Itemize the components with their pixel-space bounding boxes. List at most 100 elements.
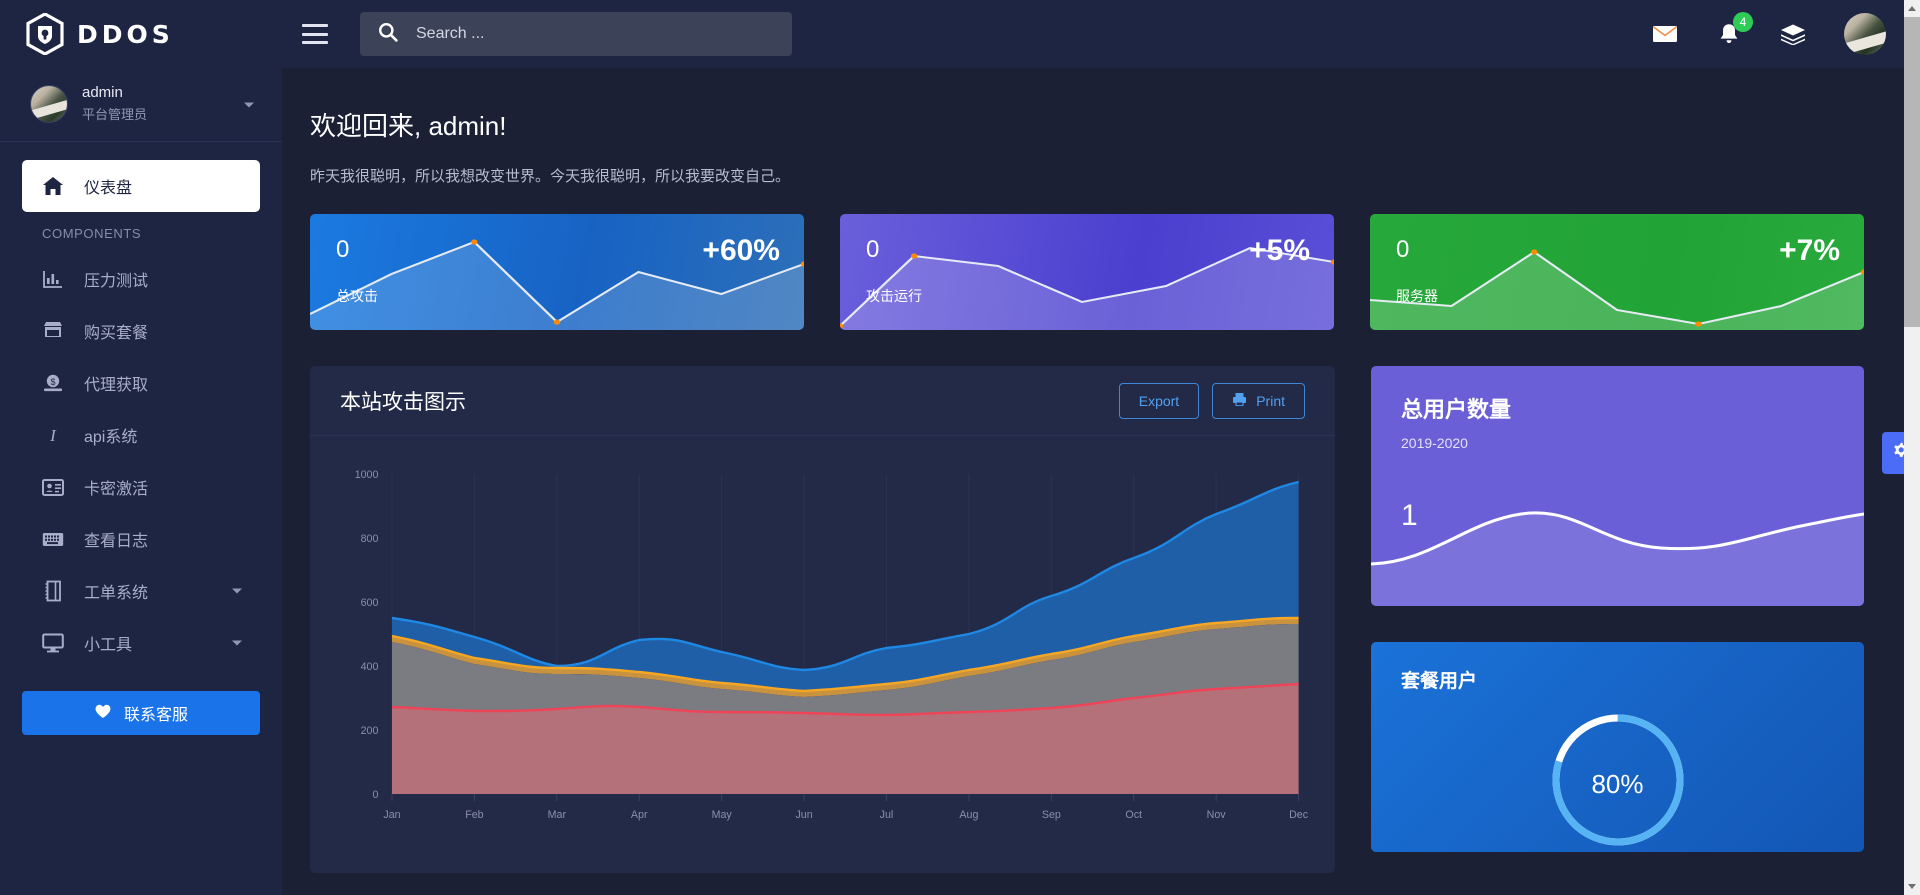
avatar[interactable] [1844,13,1886,55]
content-scroll-area[interactable]: 欢迎回来, admin! 昨天我很聪明，所以我想改变世界。今天我很聪明，所以我要… [282,68,1920,895]
chevron-down-icon[interactable] [232,640,242,646]
attack-area-chart: 1000 800 600 400 200 0 Jan Feb Mar Apr M… [310,436,1335,873]
stat-cards-row: 0 总攻击 +60% 0 攻击运行 +5% 0 服务器 +7% [310,214,1864,330]
sparkline-total-attacks [310,239,804,330]
chevron-down-icon[interactable] [244,102,254,107]
topbar-icons: 4 [1652,12,1886,55]
card-title: 总用户数量 [1401,397,1512,422]
topbar: 4 [282,0,1920,68]
sidebar-item-proxy-fetch[interactable]: $ 代理获取 [22,357,260,409]
card-actions: Export Print [1118,382,1305,419]
brand-name: DDOS [77,19,174,49]
chevron-down-icon[interactable] [232,588,242,594]
x-tick-label: Nov [1207,809,1227,821]
x-tick-label: Jun [795,809,812,821]
stat-card-attacks-running[interactable]: 0 攻击运行 +5% [840,214,1334,330]
app-root: DDOS admin 平台管理员 仪表盘 COMPONENTS 压力测试 购买套… [0,0,1920,895]
sidebar-item-tools[interactable]: 小工具 [22,617,260,669]
sidebar-item-ticket-system[interactable]: 工单系统 [22,565,260,617]
plan-percent-label: 80% [1591,769,1644,799]
sidebar-profile[interactable]: admin 平台管理员 [0,68,282,142]
hamburger-icon[interactable] [302,24,328,44]
sidebar-item-label: 代理获取 [84,377,149,394]
sidebar-item-buy-package[interactable]: 购买套餐 [22,305,260,357]
print-button[interactable]: Print [1212,382,1305,419]
sidebar-item-card-activation[interactable]: 卡密激活 [22,461,260,513]
page-scrollbar[interactable] [1904,0,1920,895]
right-column: 总用户数量 2019-2020 1 套餐用户 80% [1371,366,1864,852]
card-title: 套餐用户 [1401,671,1478,692]
sidebar-item-label: 仪表盘 [84,180,133,197]
plan-donut: 80% [1401,707,1834,852]
svg-text:1000: 1000 [355,469,379,481]
search-input[interactable] [416,25,774,43]
x-tick-label: Apr [631,809,648,821]
bell-icon[interactable]: 4 [1716,12,1753,47]
x-tick-label: Sep [1042,809,1061,821]
notebook-icon [42,580,64,602]
sparkline-servers [1370,249,1864,330]
search-icon [378,22,398,47]
sidebar-item-label: 卡密激活 [84,481,149,498]
main-area: 4 欢迎回来, admin! 昨天我很聪明，所以我想改变世界。今天我很聪明，所以… [282,0,1920,895]
x-tick-label: Mar [548,809,567,821]
sidebar-item-label: 压力测试 [84,273,149,290]
x-tick-label: Oct [1125,809,1142,821]
svg-text:800: 800 [361,533,379,545]
x-tick-label: Feb [465,809,483,821]
home-icon [42,175,64,197]
caret-up-icon [1908,6,1916,11]
x-tick-label: Dec [1289,809,1309,821]
svg-text:$: $ [50,377,55,387]
monitor-icon [42,632,64,654]
sparkline-attacks-running [840,246,1334,330]
store-icon [42,320,64,342]
sidebar-item-label: 工单系统 [84,585,149,602]
sidebar-item-stress-test[interactable]: 压力测试 [22,253,260,305]
scroll-down-button[interactable] [1904,878,1920,895]
stat-value: 0 [1396,236,1410,263]
stat-percent: +60% [702,234,780,267]
stat-percent: +5% [1249,234,1310,267]
x-tick-label: Aug [959,809,978,821]
svg-text:600: 600 [361,597,379,609]
keyboard-icon [42,528,64,550]
stat-label: 服务器 [1396,288,1438,304]
brand[interactable]: DDOS [0,0,282,68]
italic-i-icon: I [42,424,64,446]
sidebar-item-dashboard[interactable]: 仪表盘 [22,160,260,212]
sidebar-section-label: COMPONENTS [42,226,142,241]
svg-text:400: 400 [361,661,379,673]
stat-card-servers[interactable]: 0 服务器 +7% [1370,214,1864,330]
x-tick-label: Jan [383,809,400,821]
print-button-label: Print [1256,392,1285,409]
mail-icon[interactable] [1652,21,1678,47]
attack-chart-card: 本站攻击图示 Export Print 1000 800 600 400 200… [310,366,1335,873]
page-title: 欢迎回来, admin! [310,111,507,141]
sidebar-item-api-system[interactable]: I api系统 [22,409,260,461]
stat-percent: +7% [1779,234,1840,267]
scrollbar-thumb[interactable] [1904,17,1920,327]
welcome-subtitle: 昨天我很聪明，所以我想改变世界。今天我很聪明，所以我要改变自己。 [310,168,791,185]
x-tick-label: Jul [880,809,894,821]
contact-support-button[interactable]: 联系客服 [22,691,260,735]
sparkline-total-users [1371,511,1864,606]
layers-icon[interactable] [1780,21,1806,47]
sidebar-nav: 仪表盘 COMPONENTS 压力测试 购买套餐 $ 代理获取 I api系统 … [0,142,282,895]
printer-icon [1232,392,1247,410]
dashboard-columns: 本站攻击图示 Export Print 1000 800 600 400 200… [310,366,1864,873]
stat-card-total-attacks[interactable]: 0 总攻击 +60% [310,214,804,330]
contact-support-label: 联系客服 [123,707,188,724]
left-column: 本站攻击图示 Export Print 1000 800 600 400 200… [310,366,1335,873]
export-button[interactable]: Export [1118,382,1200,419]
svg-text:I: I [49,426,57,445]
scroll-up-button[interactable] [1904,0,1920,17]
caret-down-icon [1908,884,1916,889]
search-bar[interactable] [360,12,792,56]
stat-value: 0 [866,236,880,263]
sidebar-item-label: 查看日志 [84,533,149,550]
chart-bar-icon [42,268,64,290]
export-button-label: Export [1138,392,1180,409]
avatar [30,84,68,123]
sidebar-item-view-logs[interactable]: 查看日志 [22,513,260,565]
